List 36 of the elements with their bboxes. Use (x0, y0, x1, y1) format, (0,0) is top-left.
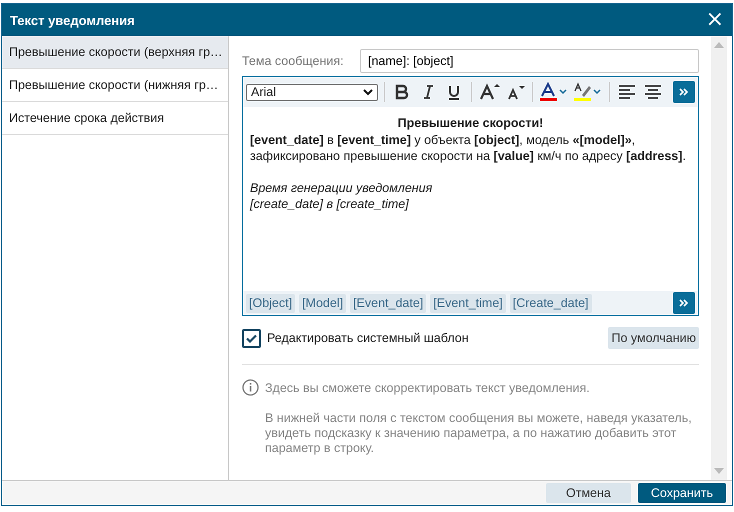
editor-text-line: зафиксировано превышение скорости на [value] км/ч по адресу [address]. (250, 148, 687, 164)
chevrons-icon[interactable] (679, 88, 689, 96)
checkbox[interactable] (242, 328, 261, 348)
window-title: Текст уведомления (10, 12, 135, 28)
default-button[interactable]: По умолчанию (608, 327, 699, 349)
field-label: Тема сообщения: (242, 54, 345, 68)
editor-text-line: [create_date] в [create_time] (250, 196, 410, 212)
editor-text-line: Превышение скорости! (396, 115, 544, 131)
info-text: В нижней части поля с текстом сообщения вы можете, наведя указатель, увидеть подсказку к значению параметра, а по нажатию добавить этот параметр в строку. (265, 411, 693, 456)
parameter-tag[interactable]: [Model] (299, 294, 346, 312)
editor-text-line: [event_date] в [event_time] у объекта [object], модель «[model]», (250, 132, 636, 148)
parameter-tag[interactable]: [Object] (246, 294, 296, 312)
subject-field[interactable]: [name]: [object] (360, 49, 699, 73)
sidebar-item[interactable]: Превышение скорости (верхняя гр… (2, 36, 228, 69)
highlight-color-icon[interactable] (573, 82, 603, 102)
text-color-icon[interactable] (539, 82, 569, 102)
parameter-tag[interactable]: [Event_date] (350, 294, 426, 312)
editor-text-line: Время генерации уведомления (250, 180, 434, 196)
align-left-icon[interactable] (616, 83, 638, 101)
parameter-tag[interactable]: [Create_date] (510, 294, 592, 312)
save-button[interactable]: Сохранить (638, 483, 726, 503)
parameter-tag[interactable]: [Event_time] (430, 294, 506, 312)
close-button[interactable]: × (706, 10, 724, 30)
chevrons-icon[interactable] (679, 299, 689, 307)
cancel-button[interactable]: Отмена (546, 483, 631, 503)
check-icon (246, 334, 257, 342)
font-dropdown[interactable]: Arial (246, 84, 378, 100)
checkbox-label: Редактировать системный шаблон (267, 331, 470, 345)
more-button[interactable] (673, 292, 695, 314)
more-button[interactable] (673, 81, 695, 103)
info-text: Здесь вы сможете скорректировать текст уведомления. (265, 381, 591, 396)
font-increase-icon[interactable] (478, 83, 500, 101)
scrollbar[interactable] (711, 36, 727, 480)
align-center-icon[interactable] (642, 83, 664, 101)
caret-icon[interactable] (363, 88, 373, 96)
info-icon (242, 379, 259, 396)
